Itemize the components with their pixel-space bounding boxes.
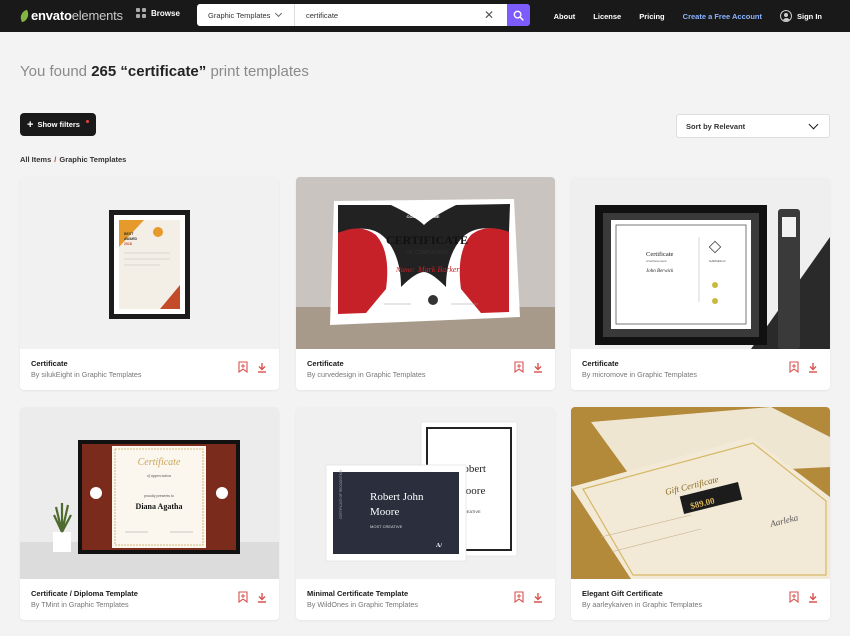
thumb-text: CERTIFICATE OF RECOGNITION [339, 469, 343, 519]
breadcrumb-all-items[interactable]: All Items [20, 155, 51, 164]
add-to-collection-icon[interactable] [238, 361, 248, 373]
results-heading: You found 265 “certificate” print templa… [20, 63, 309, 80]
card-title[interactable]: Certificate [582, 359, 619, 368]
search-bar: Graphic Templates ✕ [197, 4, 530, 26]
thumb-text: Diana Agatha [136, 502, 183, 511]
nav-pricing[interactable]: Pricing [639, 12, 664, 21]
result-card[interactable]: Certificate of Achievement John Berwick … [571, 177, 830, 390]
browse-button[interactable]: Browse [136, 8, 180, 18]
card-author[interactable]: By WildOnes in Graphic Templates [307, 600, 418, 609]
add-to-collection-icon[interactable] [789, 361, 799, 373]
result-card[interactable]: BEST AWARD 2018 Certificate By silukEigh… [20, 177, 279, 390]
thumb-text: Moore [370, 506, 399, 518]
thumb-text: Certificate [138, 457, 181, 468]
card-thumbnail[interactable]: Certificate of appreciation proudly pres… [20, 407, 279, 579]
top-navbar: envato elements Browse Graphic Templates … [0, 0, 850, 32]
card-thumbnail[interactable]: COMPANY NAME CERTIFICATE OF COMPLETION N… [296, 177, 555, 349]
thumb-text: Mark Barker [417, 265, 460, 274]
thumb-text: Robert John [370, 491, 424, 503]
card-author[interactable]: By curvedesign in Graphic Templates [307, 370, 426, 379]
card-title[interactable]: Elegant Gift Certificate [582, 589, 663, 598]
thumb-text: John Berwick [646, 269, 674, 274]
add-to-collection-icon[interactable] [514, 591, 524, 603]
thumb-text: of Achievement [646, 259, 667, 263]
add-to-collection-icon[interactable] [789, 591, 799, 603]
thumb-text: OF COMPLETION [406, 250, 448, 256]
search-button[interactable] [507, 4, 530, 26]
card-thumbnail[interactable]: Robert Moore CREATIVE CERTIFICATE OF REC… [296, 407, 555, 579]
result-card[interactable]: COMPANY NAME CERTIFICATE OF COMPLETION N… [296, 177, 555, 390]
card-thumbnail[interactable]: Gift Certificate $89.00 Aarleka [571, 407, 830, 579]
thumb-text: proudly presents to [144, 494, 174, 498]
nav-about[interactable]: About [554, 12, 576, 21]
sign-in-button[interactable]: Sign In [780, 10, 822, 22]
thumb-text: MOST CREATIVE [370, 524, 403, 529]
user-icon [780, 10, 792, 22]
chevron-down-icon [275, 9, 283, 18]
add-to-collection-icon[interactable] [238, 591, 248, 603]
result-card[interactable]: Robert Moore CREATIVE CERTIFICATE OF REC… [296, 407, 555, 620]
thumb-text: AWARD [124, 237, 138, 241]
card-author[interactable]: By silukEight in Graphic Templates [31, 370, 142, 379]
card-author[interactable]: By TMint in Graphic Templates [31, 600, 129, 609]
thumb-text: Name: [395, 266, 415, 274]
show-filters-button[interactable]: + Show filters [20, 113, 96, 136]
nav-license[interactable]: License [593, 12, 621, 21]
create-account-link[interactable]: Create a Free Account [683, 12, 762, 21]
result-card[interactable]: Certificate of appreciation proudly pres… [20, 407, 279, 620]
leaf-icon [18, 9, 31, 22]
download-icon[interactable] [257, 592, 267, 603]
thumb-text: CERTIFICATE [386, 233, 468, 247]
thumb-text: 2018 [124, 242, 132, 246]
plus-icon: + [27, 118, 34, 131]
download-icon[interactable] [257, 362, 267, 373]
add-to-collection-icon[interactable] [514, 361, 524, 373]
grid-icon [136, 8, 146, 18]
search-icon [513, 10, 524, 21]
download-icon[interactable] [808, 592, 818, 603]
download-icon[interactable] [533, 592, 543, 603]
search-input[interactable] [295, 4, 507, 26]
chevron-down-icon [808, 119, 819, 130]
card-title[interactable]: Minimal Certificate Template [307, 589, 408, 598]
download-icon[interactable] [533, 362, 543, 373]
category-select[interactable]: Graphic Templates [197, 4, 295, 26]
card-thumbnail[interactable]: Certificate of Achievement John Berwick … [571, 177, 830, 349]
breadcrumb-current[interactable]: Graphic Templates [59, 155, 126, 164]
thumb-text: COMPANY NAME [407, 214, 440, 219]
card-title[interactable]: Certificate [31, 359, 68, 368]
filter-indicator-dot [85, 120, 89, 123]
thumb-text: BEST [124, 232, 134, 236]
card-thumbnail[interactable]: BEST AWARD 2018 [20, 177, 279, 349]
card-title[interactable]: Certificate [307, 359, 344, 368]
breadcrumb: All Items / Graphic Templates [20, 155, 127, 164]
result-card[interactable]: Gift Certificate $89.00 Aarleka Elegant … [571, 407, 830, 620]
card-title[interactable]: Certificate / Diploma Template [31, 589, 138, 598]
svg-text:A/: A/ [436, 543, 442, 549]
card-author[interactable]: By aarleykaiven in Graphic Templates [582, 600, 702, 609]
sort-dropdown[interactable]: Sort by Relevant [676, 114, 830, 138]
download-icon[interactable] [808, 362, 818, 373]
nav-links: About License Pricing Create a Free Acco… [536, 0, 850, 32]
thumb-text: of appreciation [147, 473, 171, 478]
thumb-text: GARGELLO [709, 259, 726, 263]
clear-search-button[interactable]: ✕ [483, 9, 495, 21]
card-author[interactable]: By micromove in Graphic Templates [582, 370, 697, 379]
thumb-text: Certificate [646, 251, 674, 258]
envato-logo[interactable]: envato elements [18, 8, 123, 23]
